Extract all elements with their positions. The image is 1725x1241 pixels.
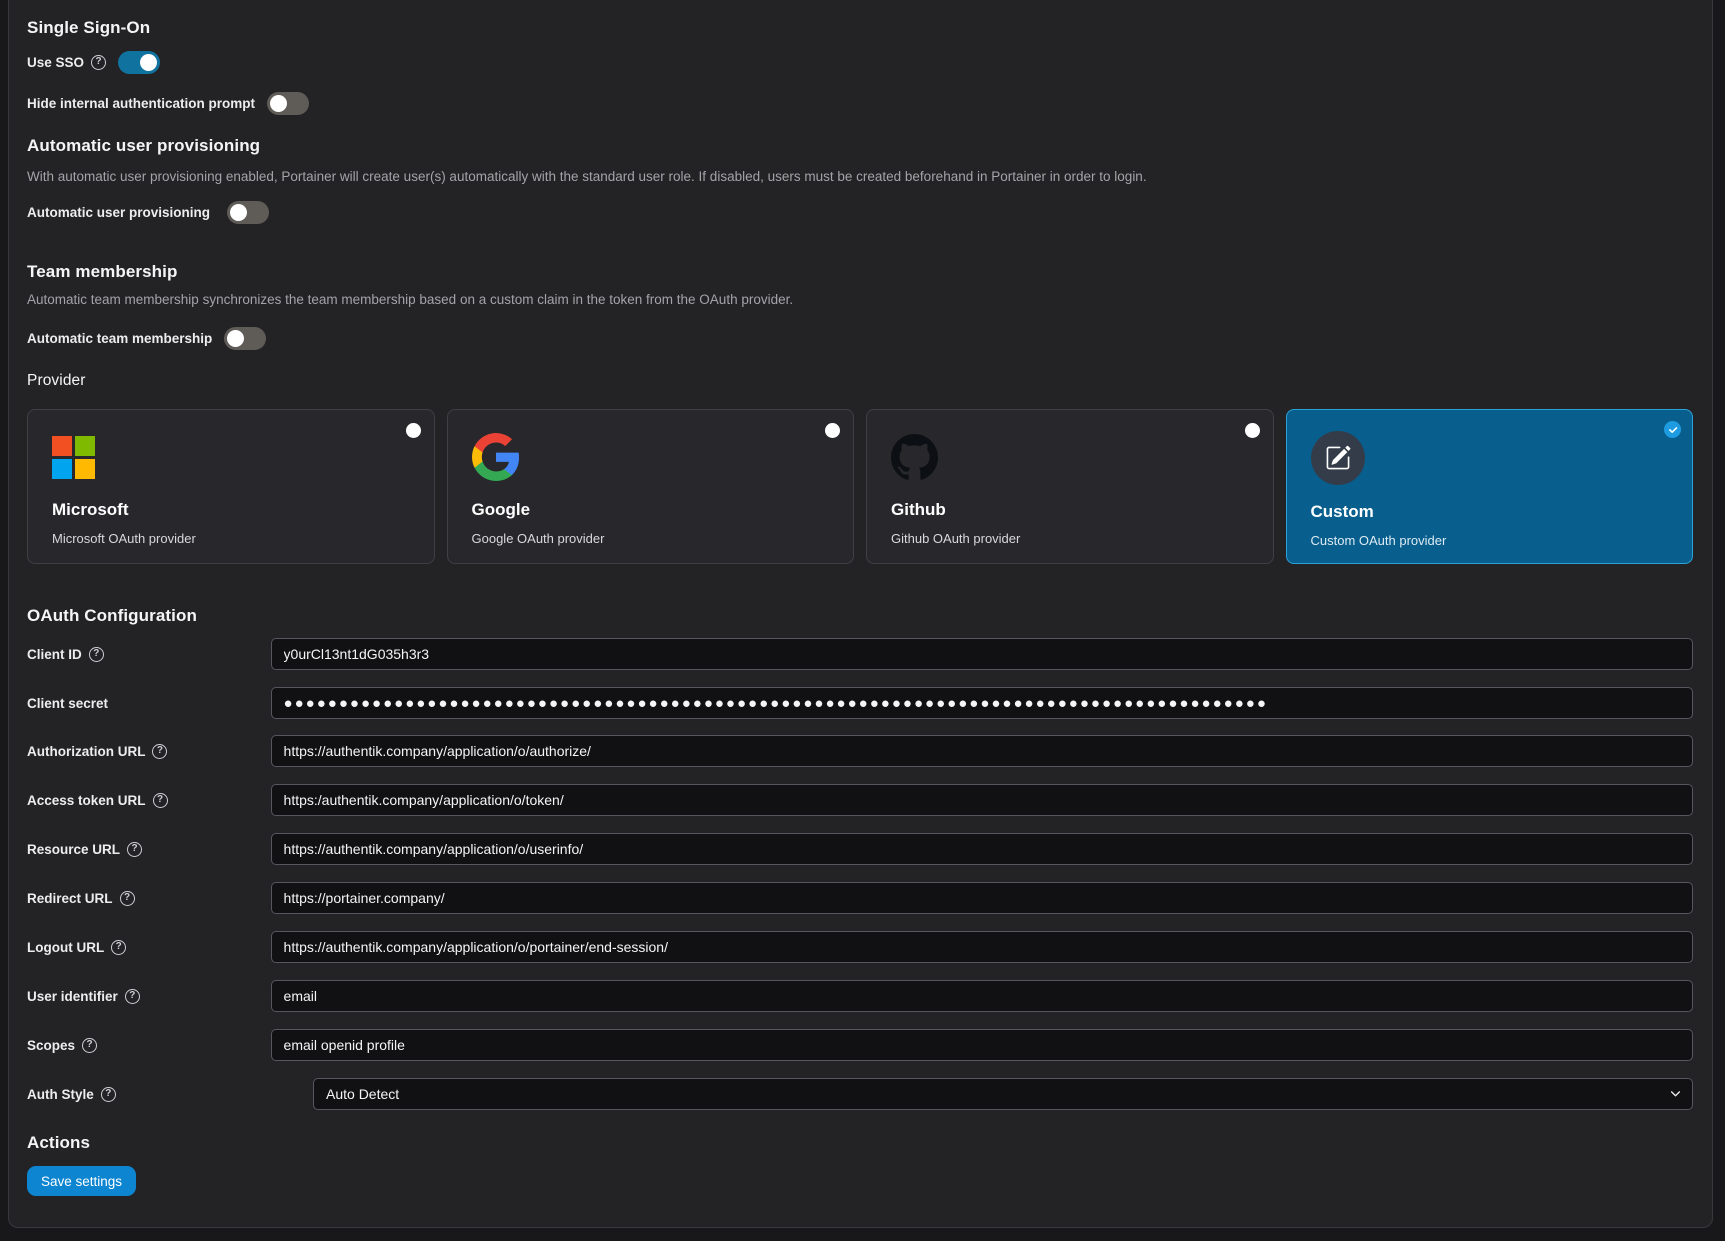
user-identifier-input[interactable] xyxy=(271,980,1693,1012)
provider-card-title: Github xyxy=(891,500,1249,520)
help-icon[interactable] xyxy=(153,793,168,808)
hide-prompt-label: Hide internal authentication prompt xyxy=(27,96,255,111)
oauth-settings-panel: Single Sign-On Use SSO Hide internal aut… xyxy=(8,0,1713,1228)
provisioning-label: Automatic user provisioning xyxy=(27,205,210,220)
help-icon[interactable] xyxy=(101,1087,116,1102)
team-section-title: Team membership xyxy=(27,262,177,282)
authorization-url-label: Authorization URL xyxy=(27,744,145,759)
help-icon[interactable] xyxy=(111,940,126,955)
edit-icon xyxy=(1325,445,1351,471)
save-settings-button[interactable]: Save settings xyxy=(27,1166,136,1196)
toggle-knob xyxy=(227,330,244,347)
client-secret-label: Client secret xyxy=(27,696,108,711)
resource-url-input[interactable] xyxy=(271,833,1693,865)
team-description: Automatic team membership synchronizes t… xyxy=(27,292,793,307)
provider-card-microsoft[interactable]: Microsoft Microsoft OAuth provider xyxy=(27,409,435,564)
logout-url-row: Logout URL xyxy=(27,931,1693,963)
use-sso-row: Use SSO xyxy=(27,50,160,74)
provider-card-description: Microsoft OAuth provider xyxy=(52,531,410,546)
radio-unselected-icon[interactable] xyxy=(825,423,840,438)
hide-prompt-row: Hide internal authentication prompt xyxy=(27,91,309,115)
provider-cards: Microsoft Microsoft OAuth provider Googl… xyxy=(27,409,1693,564)
redirect-url-label: Redirect URL xyxy=(27,891,113,906)
use-sso-label: Use SSO xyxy=(27,55,84,70)
client-id-input[interactable] xyxy=(271,638,1693,670)
microsoft-logo-icon xyxy=(52,436,95,479)
auth-style-label: Auth Style xyxy=(27,1087,94,1102)
toggle-knob xyxy=(270,95,287,112)
provider-card-github[interactable]: Github Github OAuth provider xyxy=(866,409,1274,564)
client-secret-row: Client secret xyxy=(27,687,1693,719)
user-identifier-row: User identifier xyxy=(27,980,1693,1012)
hide-prompt-toggle[interactable] xyxy=(267,92,309,115)
radio-unselected-icon[interactable] xyxy=(406,423,421,438)
scopes-input[interactable] xyxy=(271,1029,1693,1061)
toggle-knob xyxy=(140,54,157,71)
help-icon[interactable] xyxy=(82,1038,97,1053)
scopes-label: Scopes xyxy=(27,1038,75,1053)
provider-section-title: Provider xyxy=(27,372,86,390)
redirect-url-input[interactable] xyxy=(271,882,1693,914)
client-id-row: Client ID xyxy=(27,638,1693,670)
oauth-section-title: OAuth Configuration xyxy=(27,606,197,626)
user-identifier-label: User identifier xyxy=(27,989,118,1004)
team-toggle[interactable] xyxy=(224,327,266,350)
provider-card-description: Github OAuth provider xyxy=(891,531,1249,546)
redirect-url-row: Redirect URL xyxy=(27,882,1693,914)
provider-card-title: Microsoft xyxy=(52,500,410,520)
logout-url-label: Logout URL xyxy=(27,940,104,955)
provider-card-custom[interactable]: Custom Custom OAuth provider xyxy=(1286,409,1694,564)
team-label: Automatic team membership xyxy=(27,331,212,346)
radio-unselected-icon[interactable] xyxy=(1245,423,1260,438)
client-secret-input[interactable] xyxy=(271,687,1693,719)
access-token-url-label: Access token URL xyxy=(27,793,146,808)
provider-card-title: Custom xyxy=(1311,502,1669,522)
authorization-url-input[interactable] xyxy=(271,735,1693,767)
provisioning-row: Automatic user provisioning xyxy=(27,200,269,224)
client-id-label: Client ID xyxy=(27,647,82,662)
team-row: Automatic team membership xyxy=(27,326,266,350)
check-icon[interactable] xyxy=(1664,421,1681,438)
provider-card-description: Google OAuth provider xyxy=(472,531,830,546)
resource-url-label: Resource URL xyxy=(27,842,120,857)
sso-section-title: Single Sign-On xyxy=(27,18,150,38)
access-token-url-input[interactable] xyxy=(271,784,1693,816)
google-logo-icon xyxy=(472,433,520,481)
auth-style-select[interactable]: Auto Detect xyxy=(313,1078,1693,1110)
logout-url-input[interactable] xyxy=(271,931,1693,963)
use-sso-toggle[interactable] xyxy=(118,51,160,74)
provisioning-description: With automatic user provisioning enabled… xyxy=(27,169,1147,184)
auth-style-row: Auth Style Auto Detect xyxy=(27,1078,1693,1110)
provider-card-google[interactable]: Google Google OAuth provider xyxy=(447,409,855,564)
auth-style-selected-value: Auto Detect xyxy=(313,1078,1693,1110)
help-icon[interactable] xyxy=(127,842,142,857)
authorization-url-row: Authorization URL xyxy=(27,735,1693,767)
chevron-down-icon xyxy=(1669,1087,1682,1105)
provisioning-section-title: Automatic user provisioning xyxy=(27,136,260,156)
help-icon[interactable] xyxy=(89,647,104,662)
help-icon[interactable] xyxy=(120,891,135,906)
help-icon[interactable] xyxy=(152,744,167,759)
scopes-row: Scopes xyxy=(27,1029,1693,1061)
provider-card-description: Custom OAuth provider xyxy=(1311,533,1669,548)
help-icon[interactable] xyxy=(91,55,106,70)
provider-card-title: Google xyxy=(472,500,830,520)
toggle-knob xyxy=(230,204,247,221)
access-token-url-row: Access token URL xyxy=(27,784,1693,816)
provisioning-toggle[interactable] xyxy=(227,201,269,224)
resource-url-row: Resource URL xyxy=(27,833,1693,865)
github-logo-icon xyxy=(891,434,938,481)
actions-section-title: Actions xyxy=(27,1133,90,1153)
help-icon[interactable] xyxy=(125,989,140,1004)
